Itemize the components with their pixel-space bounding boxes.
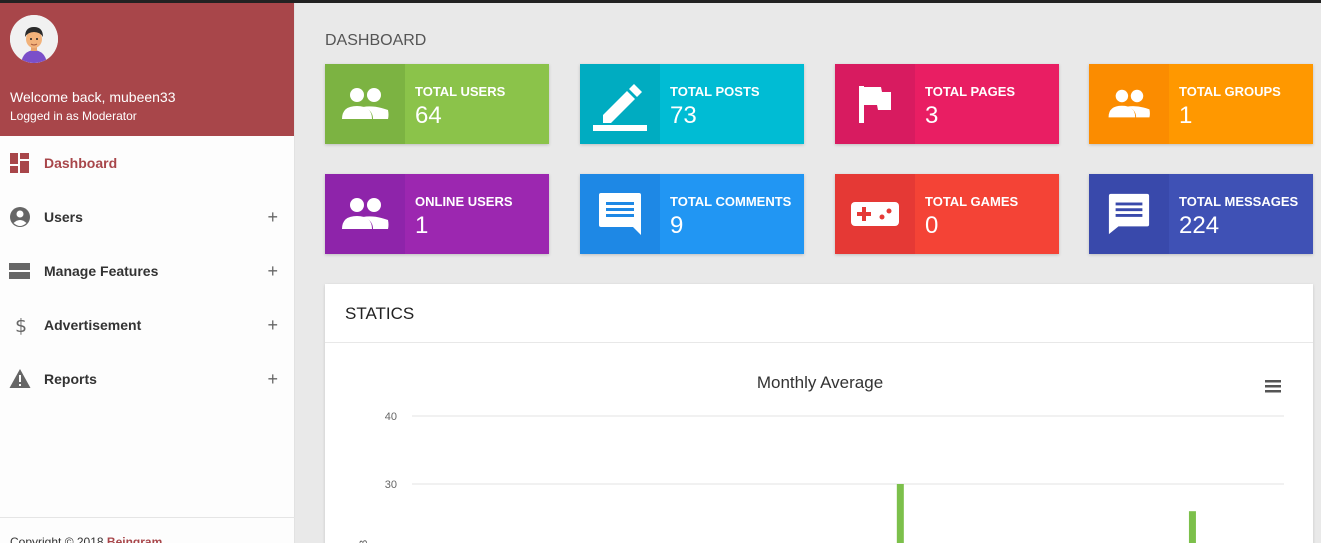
welcome-text: Welcome back, mubeen33 [10,89,176,105]
flag-icon [859,86,891,123]
card-total-messages[interactable]: TOTAL MESSAGES 224 [1089,174,1313,254]
expand-icon[interactable]: + [267,261,278,282]
card-icon-area [1089,64,1169,144]
card-icon-area [580,174,660,254]
sidebar-item-reports[interactable]: Reports + [0,352,294,406]
chart-title: Monthly Average [757,373,883,392]
sidebar-item-advertisement[interactable]: $ Advertisement + [0,298,294,352]
page-title: DASHBOARD [325,32,427,49]
card-body: TOTAL PAGES 3 [915,64,1059,144]
dollar-icon: $ [15,315,27,336]
sidebar-item-label: Dashboard [44,155,118,171]
card-label: TOTAL USERS [415,84,506,99]
card-total-users[interactable]: TOTAL USERS 64 [325,64,549,144]
window-top-border [0,0,1321,3]
card-value: 1 [1179,102,1193,129]
card-online-users[interactable]: ONLINE USERS 1 [325,174,549,254]
warning-icon [9,369,31,388]
y-axis-label: B [358,540,370,543]
card-icon-area [835,64,915,144]
card-label: TOTAL POSTS [670,84,760,99]
card-icon-area [325,174,405,254]
sidebar-item-label: Manage Features [44,263,159,279]
pencil-icon [593,84,647,131]
card-body: TOTAL MESSAGES 224 [1169,174,1313,254]
sidebar-item-label: Users [44,209,83,225]
svg-text:$: $ [15,315,27,336]
statics-panel: STATICS Monthly Average B 40 30 [325,284,1313,543]
card-label: ONLINE USERS [415,194,513,209]
chart-bar[interactable] [1188,511,1196,543]
user-icon [10,207,30,227]
card-total-groups[interactable]: TOTAL GROUPS 1 [1089,64,1313,144]
y-tick-label: 40 [385,411,397,423]
card-label: TOTAL COMMENTS [670,194,792,209]
card-label: TOTAL GAMES [925,194,1019,209]
card-value: 9 [670,212,684,239]
chart-bar[interactable] [896,484,904,543]
card-total-comments[interactable]: TOTAL COMMENTS 9 [580,174,804,254]
message-icon [1108,193,1150,235]
card-value: 73 [670,102,697,129]
card-value: 64 [415,102,442,129]
card-total-pages[interactable]: TOTAL PAGES 3 [835,64,1059,144]
chart-menu-icon[interactable] [1265,380,1281,393]
card-total-games[interactable]: TOTAL GAMES 0 [835,174,1059,254]
expand-icon[interactable]: + [267,315,278,336]
sidebar: Welcome back, mubeen33 Logged in as Mode… [0,0,295,543]
card-body: TOTAL GROUPS 1 [1169,64,1313,144]
users-icon [342,198,389,229]
card-body: TOTAL COMMENTS 9 [660,174,804,254]
sidebar-menu: Dashboard Users + Manage Features + $ Ad… [0,136,294,406]
copyright-text: Copyright © 2018 [10,535,107,543]
brand-link[interactable]: Beingram [107,535,162,543]
card-value: 3 [925,102,939,129]
card-icon-area [1089,174,1169,254]
users-icon [342,88,389,119]
card-label: TOTAL PAGES [925,84,1016,99]
monthly-average-chart: Monthly Average B 40 30 [358,373,1284,543]
card-value: 0 [925,212,939,239]
card-icon-area [580,64,660,144]
sidebar-footer: Copyright © 2018 Beingram [0,517,295,543]
chart-gridlines: 40 30 [385,411,1284,491]
card-body: TOTAL USERS 64 [405,64,549,144]
card-icon-area [325,64,405,144]
chart-bars [896,484,1196,543]
card-label: TOTAL GROUPS [1179,84,1281,99]
features-icon [9,263,30,279]
card-value: 1 [415,212,429,239]
card-icon-area [835,174,915,254]
card-total-posts[interactable]: TOTAL POSTS 73 [580,64,804,144]
role-text: Logged in as Moderator [10,109,137,123]
y-tick-label: 30 [385,479,397,491]
expand-icon[interactable]: + [267,369,278,390]
panel-title: STATICS [325,284,1313,343]
sidebar-item-label: Reports [44,371,97,387]
sidebar-item-users[interactable]: Users + [0,190,294,244]
card-body: TOTAL GAMES 0 [915,174,1059,254]
avatar-icon [10,15,58,63]
card-body: ONLINE USERS 1 [405,174,549,254]
sidebar-item-label: Advertisement [44,317,142,333]
user-panel: Welcome back, mubeen33 Logged in as Mode… [0,0,294,136]
avatar[interactable] [10,15,58,63]
sidebar-item-dashboard[interactable]: Dashboard [0,136,294,190]
groups-icon [1108,89,1150,118]
card-label: TOTAL MESSAGES [1179,194,1299,209]
card-body: TOTAL POSTS 73 [660,64,804,144]
gamepad-icon [851,202,899,226]
dashboard-icon [10,153,29,173]
comment-icon [599,193,641,235]
sidebar-item-manage-features[interactable]: Manage Features + [0,244,294,298]
card-value: 224 [1179,212,1220,239]
expand-icon[interactable]: + [267,207,278,228]
